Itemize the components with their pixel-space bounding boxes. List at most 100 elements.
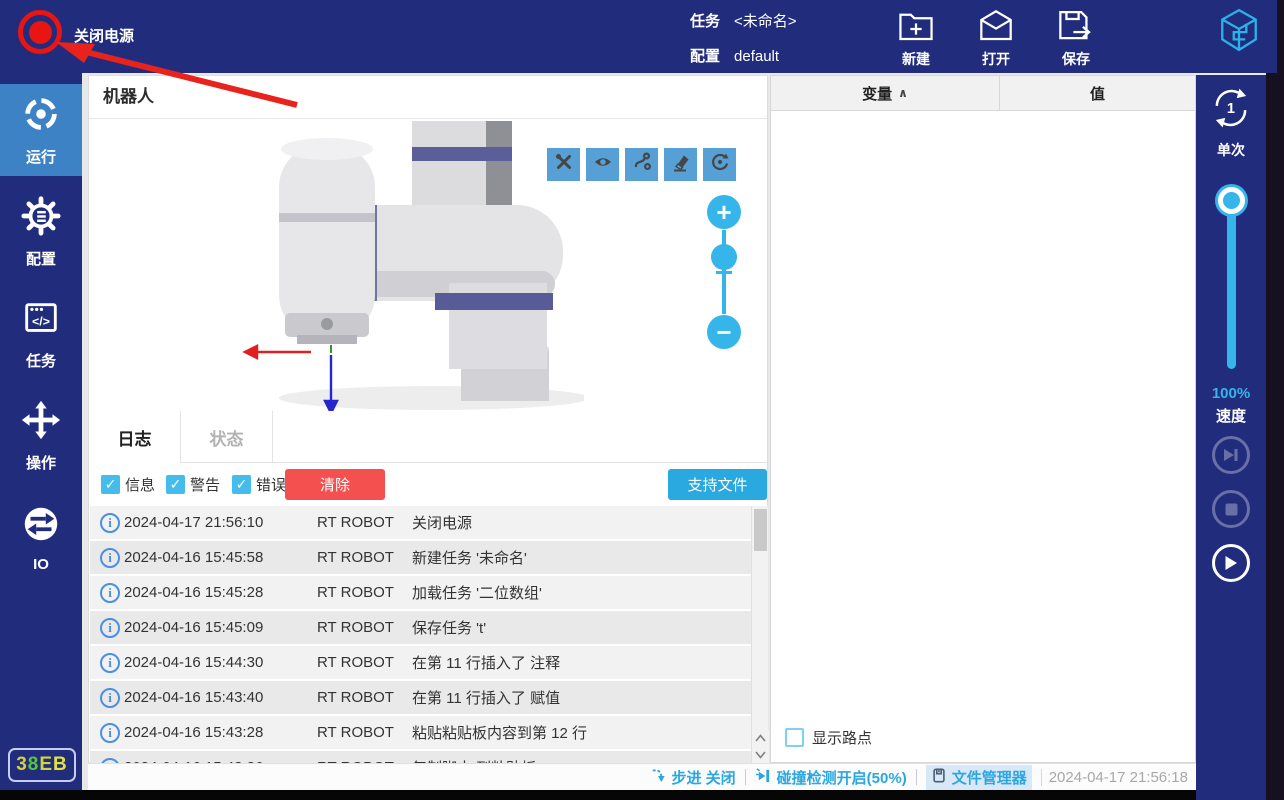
- eraser-icon: [671, 152, 691, 177]
- checkbox-checked-icon: ✓: [101, 475, 120, 494]
- robot-arm-image: [239, 121, 584, 411]
- robot-3d-viewer[interactable]: + −: [89, 119, 767, 411]
- column-header-variable[interactable]: 变量 ∧: [771, 76, 1000, 111]
- log-row[interactable]: i2024-04-16 15:45:58RT ROBOT新建任务 '未命名': [90, 541, 751, 574]
- log-source: RT ROBOT: [317, 514, 394, 531]
- move-arrows-icon: [20, 399, 62, 446]
- log-row[interactable]: i2024-04-16 15:45:28RT ROBOT加载任务 '二位数组': [90, 576, 751, 609]
- power-indicator[interactable]: [18, 10, 62, 54]
- play-button[interactable]: [1212, 544, 1250, 582]
- config-gear-icon: [20, 195, 62, 242]
- open-task-button[interactable]: 打开: [964, 8, 1028, 68]
- sidebar-item-config[interactable]: 配置: [0, 186, 82, 278]
- viewer-path-button[interactable]: [625, 148, 658, 181]
- step-run-button[interactable]: [1212, 436, 1250, 474]
- rotate-icon: [710, 152, 730, 177]
- log-row[interactable]: i2024-04-16 15:44:30RT ROBOT在第 11 行插入了 注…: [90, 646, 751, 679]
- stop-button[interactable]: [1212, 490, 1250, 528]
- log-source: RT ROBOT: [317, 724, 394, 741]
- scroll-up-button[interactable]: [752, 730, 769, 746]
- info-icon: i: [100, 653, 120, 673]
- clear-log-button[interactable]: 清除: [285, 469, 385, 500]
- log-message: 粘贴粘贴板内容到第 12 行: [412, 722, 587, 743]
- step-mode-icon: [650, 767, 667, 788]
- scrollbar-thumb[interactable]: [754, 509, 767, 551]
- filter-error-label: 错误: [256, 474, 286, 495]
- tab-status[interactable]: 状态: [181, 411, 273, 463]
- log-list[interactable]: i2024-04-17 21:56:10RT ROBOT关闭电源 i2024-0…: [90, 506, 751, 763]
- filter-error-checkbox[interactable]: ✓ 错误: [232, 474, 286, 495]
- sidebar-item-operate[interactable]: 操作: [0, 390, 82, 482]
- sidebar-item-run[interactable]: 运行: [0, 84, 82, 176]
- viewer-zoom-knob[interactable]: [711, 244, 737, 270]
- show-waypoints-label: 显示路点: [812, 727, 872, 748]
- value-header-label: 值: [1090, 83, 1105, 104]
- log-filter-row: ✓ 信息 ✓ 警告 ✓ 错误 清除 支持文件: [89, 463, 767, 506]
- brand-logo[interactable]: [1214, 6, 1264, 58]
- column-header-value[interactable]: 值: [1000, 76, 1195, 111]
- viewer-reset-view-button[interactable]: [703, 148, 736, 181]
- log-row[interactable]: i2024-04-16 15:45:09RT ROBOT保存任务 't': [90, 611, 751, 644]
- run-mode-button[interactable]: 1 单次: [1196, 85, 1266, 160]
- log-row[interactable]: i2024-04-16 15:43:28RT ROBOT粘贴粘贴板内容到第 12…: [90, 716, 751, 749]
- robot-panel: 机器人: [88, 75, 768, 763]
- code-char: E: [39, 754, 53, 776]
- collision-detect-label: 碰撞检测开启(50%): [777, 767, 907, 788]
- svg-text:</>: </>: [32, 315, 50, 329]
- app-window: 关闭电源 任务<未命名> 配置default 新建 打开 保存 运行: [0, 0, 1284, 800]
- speed-slider-track[interactable]: [1227, 197, 1236, 369]
- log-source: RT ROBOT: [317, 549, 394, 566]
- sort-asc-icon: ∧: [898, 86, 908, 100]
- separator: [916, 769, 917, 785]
- tab-log[interactable]: 日志: [89, 411, 181, 464]
- new-task-button[interactable]: 新建: [884, 8, 948, 68]
- file-manager-button[interactable]: 文件管理器: [926, 765, 1032, 790]
- code-char: 3: [16, 754, 28, 776]
- filter-info-label: 信息: [125, 474, 155, 495]
- save-task-button[interactable]: 保存: [1044, 8, 1108, 68]
- tools-icon: [554, 152, 574, 177]
- loop-once-icon: 1: [1208, 85, 1254, 136]
- log-source: RT ROBOT: [317, 584, 394, 601]
- filter-info-checkbox[interactable]: ✓ 信息: [101, 474, 155, 495]
- log-row[interactable]: i2024-04-17 21:56:10RT ROBOT关闭电源: [90, 506, 751, 539]
- log-source: RT ROBOT: [317, 654, 394, 671]
- collision-detect-toggle[interactable]: 碰撞检测开启(50%): [755, 767, 907, 788]
- info-icon: i: [100, 548, 120, 568]
- sidebar-label-run: 运行: [26, 146, 56, 167]
- sidebar-item-io[interactable]: IO: [0, 492, 82, 584]
- log-scrollbar[interactable]: [751, 506, 768, 763]
- log-row[interactable]: i2024-04-16 15:43:40RT ROBOT在第 11 行插入了 赋…: [90, 681, 751, 714]
- log-time: 2024-04-16 15:43:40: [124, 689, 263, 706]
- task-value: <未命名>: [734, 13, 797, 30]
- info-icon: i: [100, 618, 120, 638]
- save-task-icon: [1056, 8, 1096, 49]
- log-time: 2024-04-16 15:43:28: [124, 724, 263, 741]
- filter-warning-label: 警告: [190, 474, 220, 495]
- log-time: 2024-04-17 21:56:10: [124, 514, 263, 531]
- show-waypoints-checkbox[interactable]: 显示路点: [785, 727, 872, 748]
- separator: [745, 769, 746, 785]
- log-message: 关闭电源: [412, 512, 472, 533]
- sidebar-label-config: 配置: [26, 248, 56, 269]
- run-control-sidebar: 1 单次 100% 速度: [1196, 75, 1266, 800]
- viewer-eraser-button[interactable]: [664, 148, 697, 181]
- cube-logo-icon: [1216, 7, 1262, 58]
- filter-warning-checkbox[interactable]: ✓ 警告: [166, 474, 220, 495]
- zoom-in-button[interactable]: +: [707, 195, 741, 229]
- log-source: RT ROBOT: [317, 619, 394, 636]
- viewer-tools-button[interactable]: [547, 148, 580, 181]
- step-mode-toggle[interactable]: 步进 关闭: [650, 767, 736, 788]
- log-row[interactable]: i2024-04-16 15:43:26RT ROBOT复制脚本 到粘贴板: [90, 751, 751, 763]
- status-code-badge[interactable]: 38EB: [8, 748, 76, 782]
- collision-icon: [755, 767, 772, 788]
- support-file-button[interactable]: 支持文件: [668, 469, 767, 500]
- sidebar-item-task[interactable]: </> 任务: [0, 288, 82, 380]
- viewer-visibility-button[interactable]: [586, 148, 619, 181]
- left-nav-sidebar: 运行 配置 </> 任务 操作 IO 38EB: [0, 73, 82, 790]
- variable-header-label: 变量: [862, 83, 892, 104]
- scroll-down-button[interactable]: [752, 747, 769, 763]
- zoom-out-button[interactable]: −: [707, 315, 741, 349]
- speed-slider-knob[interactable]: [1218, 187, 1245, 214]
- save-task-label: 保存: [1062, 49, 1090, 69]
